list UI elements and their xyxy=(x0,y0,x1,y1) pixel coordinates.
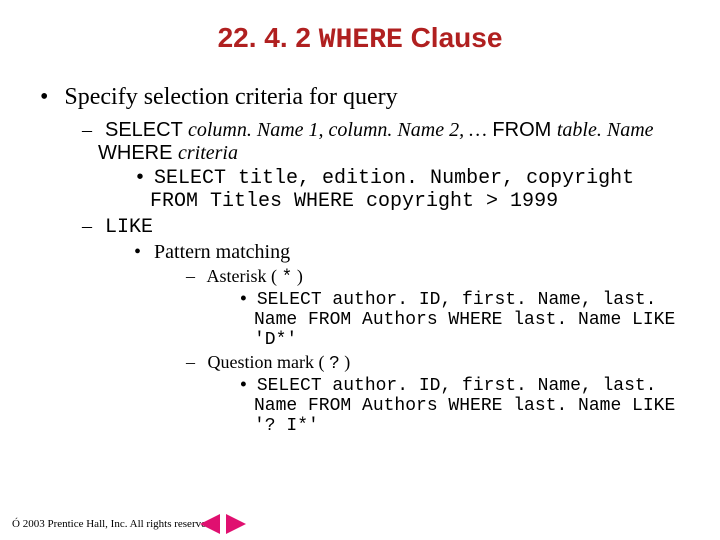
pattern-matching-label: Pattern matching xyxy=(154,241,290,263)
qm-example: SELECT author. ID, first. Name, last. Na… xyxy=(238,376,690,436)
qm-pre: Question mark ( xyxy=(208,352,329,372)
asterisk-item: Asterisk ( * ) SELECT author. ID, first.… xyxy=(186,266,690,350)
asterisk-symbol: * xyxy=(282,268,293,288)
example-2: SELECT author. ID, first. Name, last. Na… xyxy=(238,290,690,350)
like-item: LIKE Pattern matching Asterisk ( * ) SEL… xyxy=(82,215,690,436)
bullet-1-text: Specify selection criteria for query xyxy=(64,84,397,110)
cols-placeholder: column. Name 1, column. Name 2, … xyxy=(188,119,487,141)
nav-arrows xyxy=(198,514,248,534)
asterisk-example: SELECT author. ID, first. Name, last. Na… xyxy=(238,290,690,350)
title-rest: Clause xyxy=(403,22,503,53)
example-1: SELECT title, edition. Number, copyright… xyxy=(134,167,690,213)
copyright-text: 2003 Prentice Hall, Inc. All rights rese… xyxy=(20,518,214,530)
pattern-sublist: Asterisk ( * ) SELECT author. ID, first.… xyxy=(186,266,690,436)
sublist-1: SELECT column. Name 1, column. Name 2, …… xyxy=(82,119,690,436)
footer: Ó 2003 Prentice Hall, Inc. All rights re… xyxy=(12,518,214,530)
kw-select: SELECT xyxy=(105,119,188,141)
pattern-matching: Pattern matching Asterisk ( * ) SELECT a… xyxy=(134,241,690,436)
asterisk-post: ) xyxy=(292,266,303,286)
example-3: SELECT author. ID, first. Name, last. Na… xyxy=(238,376,690,436)
qm-post: ) xyxy=(340,352,351,372)
bullet-1: Specify selection criteria for query SEL… xyxy=(40,84,690,436)
arrow-right-icon xyxy=(226,514,248,534)
qm-symbol: ? xyxy=(329,354,340,374)
select-syntax: SELECT column. Name 1, column. Name 2, …… xyxy=(82,119,690,213)
title-keyword: WHERE xyxy=(319,25,403,56)
title-number: 22. 4. 2 xyxy=(218,22,319,53)
kw-where: WHERE xyxy=(98,142,178,164)
tbl-placeholder: table. Name xyxy=(557,119,654,141)
copyright-symbol: Ó xyxy=(12,518,20,530)
slide: 22. 4. 2 WHERE Clause Specify selection … xyxy=(0,0,720,540)
asterisk-pre: Asterisk ( xyxy=(207,266,282,286)
arrow-left-icon xyxy=(198,514,220,534)
example-list-1: SELECT title, edition. Number, copyright… xyxy=(134,167,690,213)
kw-like: LIKE xyxy=(105,216,153,239)
like-sublist: Pattern matching Asterisk ( * ) SELECT a… xyxy=(134,241,690,436)
next-button[interactable] xyxy=(226,514,248,534)
criteria-placeholder: criteria xyxy=(178,142,238,164)
kw-from: FROM xyxy=(487,119,557,141)
bullet-list: Specify selection criteria for query SEL… xyxy=(40,84,690,436)
prev-button[interactable] xyxy=(198,514,220,534)
question-mark-item: Question mark ( ? ) SELECT author. ID, f… xyxy=(186,352,690,436)
slide-title: 22. 4. 2 WHERE Clause xyxy=(0,22,720,56)
